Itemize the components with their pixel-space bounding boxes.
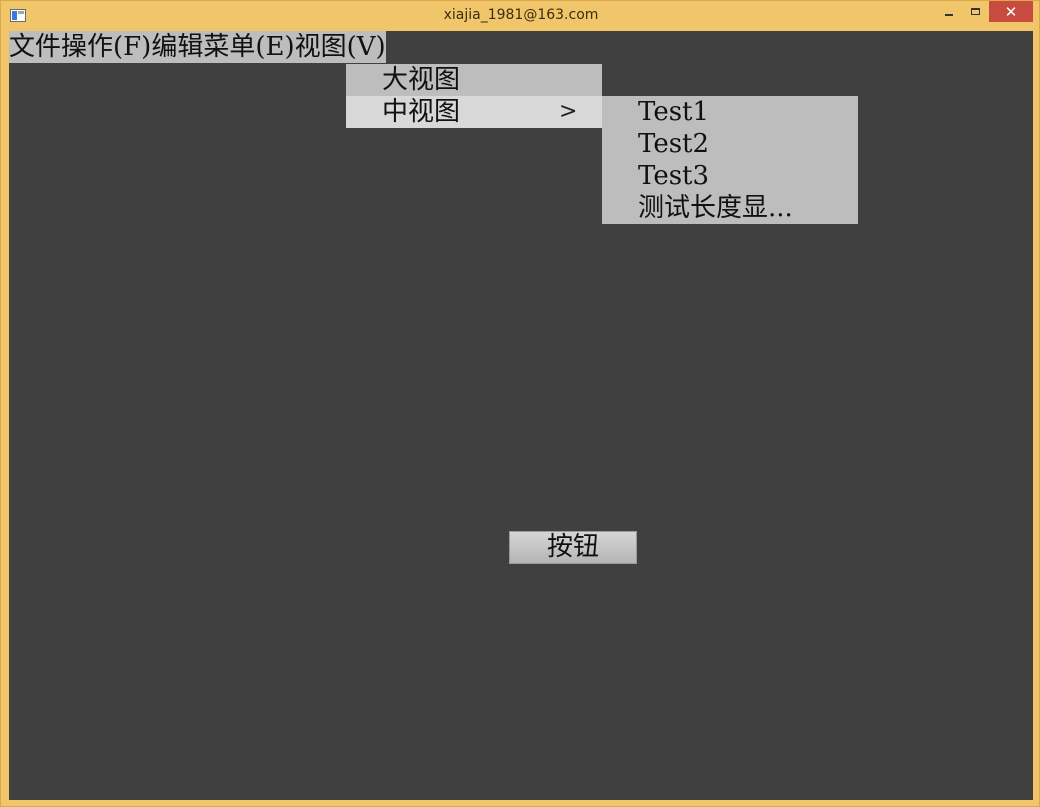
submenu-item-test3[interactable]: Test3 [602, 160, 858, 192]
menu-edit[interactable]: 编辑菜单(E) [151, 31, 294, 63]
menu-view[interactable]: 视图(V) [295, 31, 386, 63]
menu-bar: 文件操作(F) 编辑菜单(E) 视图(V) [9, 31, 386, 63]
menu-item-label: 中视图 [382, 97, 461, 127]
app-window: xiajia_1981@163.com ✕ 文件操作(F) 编辑菜单(E) 视图… [0, 0, 1040, 807]
client-area: 文件操作(F) 编辑菜单(E) 视图(V) 大视图 中视图 > Test1 Te… [9, 31, 1033, 800]
main-button[interactable]: 按钮 [509, 531, 637, 564]
chevron-right-icon: > [559, 99, 578, 124]
title-bar[interactable]: xiajia_1981@163.com ✕ [1, 1, 1040, 31]
close-icon: ✕ [1004, 2, 1018, 21]
minimize-icon [944, 13, 953, 16]
menu-item-large-view[interactable]: 大视图 [346, 64, 602, 96]
submenu-item-test2[interactable]: Test2 [602, 128, 858, 160]
minimize-button[interactable] [935, 1, 962, 22]
submenu-item-length-test[interactable]: 测试长度显... [602, 192, 858, 224]
maximize-icon [971, 8, 980, 15]
menu-item-medium-view[interactable]: 中视图 > [346, 96, 602, 128]
maximize-button[interactable] [962, 1, 989, 22]
menu-item-label: 大视图 [382, 65, 461, 95]
close-button[interactable]: ✕ [989, 1, 1033, 22]
window-title: xiajia_1981@163.com [443, 7, 599, 23]
menu-file[interactable]: 文件操作(F) [9, 31, 151, 63]
view-dropdown-menu: 大视图 中视图 > [346, 64, 602, 128]
medium-view-submenu: Test1 Test2 Test3 测试长度显... [602, 96, 858, 224]
submenu-item-test1[interactable]: Test1 [602, 96, 858, 128]
